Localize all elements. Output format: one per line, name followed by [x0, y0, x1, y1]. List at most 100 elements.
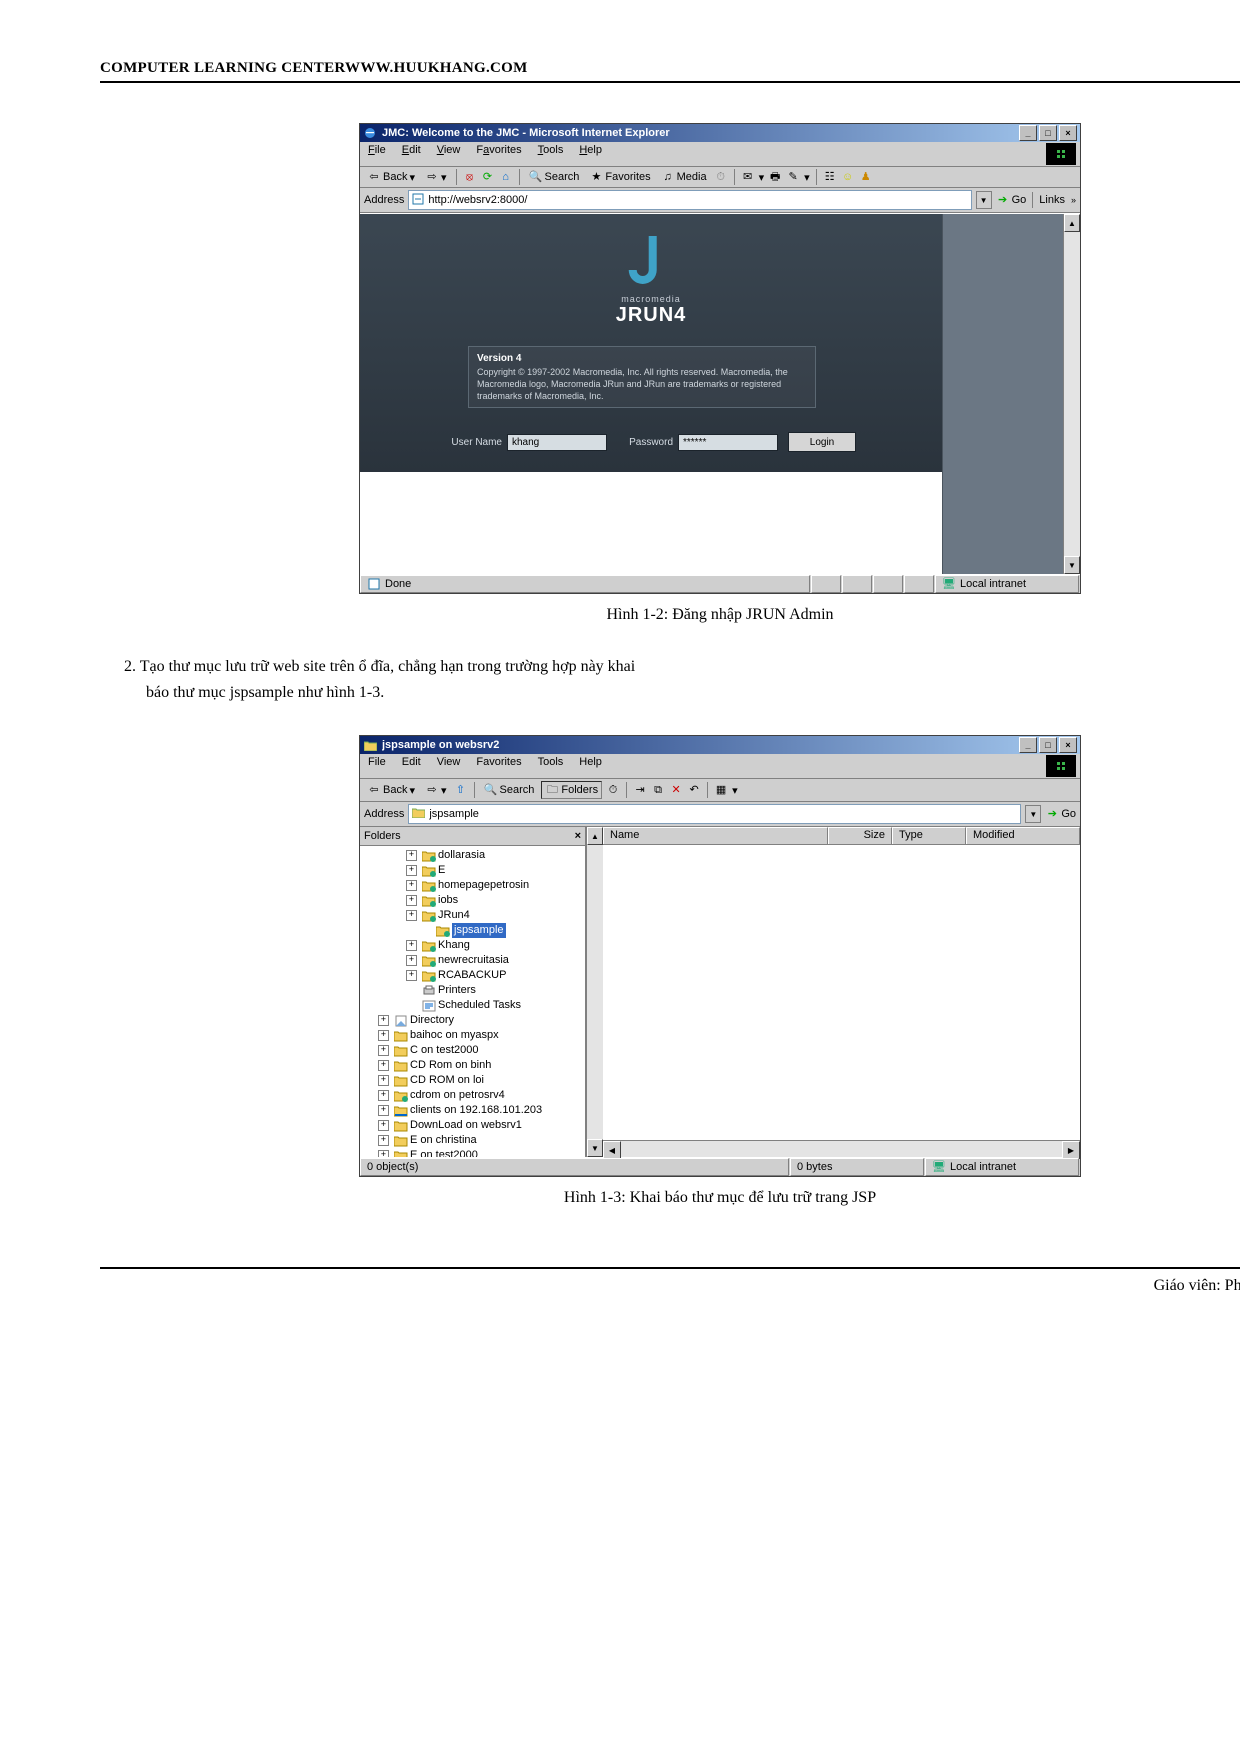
expand-icon[interactable]: + — [406, 955, 417, 966]
tree-item[interactable]: +iobs — [364, 893, 585, 908]
address-dropdown[interactable]: ▼ — [1025, 805, 1041, 823]
col-type[interactable]: Type — [892, 827, 966, 844]
go-button[interactable]: ➔Go — [1045, 807, 1076, 821]
menu-file[interactable]: File — [364, 143, 390, 165]
tree-item[interactable]: +DownLoad on websrv1 — [364, 1118, 585, 1133]
menu-tools[interactable]: Tools — [534, 755, 568, 777]
expand-icon[interactable]: + — [378, 1030, 389, 1041]
tree-item[interactable]: +E on christina — [364, 1133, 585, 1148]
address-input[interactable]: jspsample — [408, 804, 1021, 824]
scroll-track[interactable] — [587, 845, 603, 1139]
folders-button[interactable]: 🗀Folders — [541, 781, 602, 799]
maximize-button[interactable]: □ — [1039, 125, 1057, 141]
expand-icon[interactable]: + — [406, 970, 417, 981]
menu-tools[interactable]: Tools — [534, 143, 568, 165]
search-button[interactable]: 🔍Search — [481, 782, 538, 798]
tree-item[interactable]: Printers — [364, 983, 585, 998]
history-icon[interactable]: ⏱ — [606, 783, 620, 797]
forward-button[interactable]: ⇨ ▾ — [422, 169, 450, 185]
menu-view[interactable]: View — [433, 755, 465, 777]
tree-item[interactable]: +E on test2000 — [364, 1148, 585, 1157]
expand-icon[interactable]: + — [406, 910, 417, 921]
close-pane-icon[interactable]: × — [575, 830, 581, 842]
tree-item[interactable]: +Directory — [364, 1013, 585, 1028]
expand-icon[interactable]: + — [378, 1090, 389, 1101]
expand-icon[interactable]: + — [406, 850, 417, 861]
password-input[interactable]: ****** — [678, 434, 778, 451]
scroll-down-icon[interactable]: ▼ — [587, 1139, 603, 1157]
scroll-track[interactable] — [1064, 232, 1080, 556]
login-button[interactable]: Login — [788, 432, 856, 452]
tree-item[interactable]: +E — [364, 863, 585, 878]
scroll-up-icon[interactable]: ▲ — [587, 827, 603, 845]
scroll-track[interactable] — [621, 1141, 1062, 1157]
move-icon[interactable]: ⇥ — [633, 783, 647, 797]
minimize-button[interactable]: _ — [1019, 737, 1037, 753]
scroll-up-icon[interactable]: ▲ — [1064, 214, 1080, 232]
tree-item[interactable]: +Khang — [364, 938, 585, 953]
vertical-scrollbar[interactable]: ▲ ▼ — [1063, 214, 1080, 574]
list-hscroll[interactable]: ◀ ▶ — [603, 1140, 1080, 1157]
maximize-button[interactable]: □ — [1039, 737, 1057, 753]
close-button[interactable]: × — [1059, 737, 1077, 753]
expand-icon[interactable]: + — [406, 865, 417, 876]
discuss-icon[interactable]: ☷ — [823, 170, 837, 184]
tree-item[interactable]: Scheduled Tasks — [364, 998, 585, 1013]
views-icon[interactable]: ▦ — [714, 783, 728, 797]
search-button[interactable]: 🔍Search — [526, 169, 583, 185]
go-button[interactable]: ➔Go — [996, 193, 1027, 207]
menu-favorites[interactable]: Favorites — [472, 755, 525, 777]
tree-item[interactable]: +newrecruitasia — [364, 953, 585, 968]
delete-icon[interactable]: ✕ — [669, 783, 683, 797]
tree-item[interactable]: +CD ROM on loi — [364, 1073, 585, 1088]
expand-icon[interactable]: + — [406, 940, 417, 951]
back-button[interactable]: ⇦ Back ▾ — [364, 169, 418, 185]
address-dropdown[interactable]: ▼ — [976, 191, 992, 209]
tree-item[interactable]: +baihoc on myaspx — [364, 1028, 585, 1043]
expand-icon[interactable]: + — [378, 1135, 389, 1146]
back-button[interactable]: ⇦Back ▾ — [364, 782, 418, 798]
home-icon[interactable]: ⌂ — [499, 170, 513, 184]
mail-icon[interactable]: ✉ — [741, 170, 755, 184]
tree-item[interactable]: +RCABACKUP — [364, 968, 585, 983]
scroll-down-icon[interactable]: ▼ — [1064, 556, 1080, 574]
print-icon[interactable]: 🖶 — [768, 170, 782, 184]
tree-item[interactable]: +clients on 192.168.101.203 — [364, 1103, 585, 1118]
menu-help[interactable]: Help — [575, 143, 606, 165]
col-size[interactable]: Size — [828, 827, 892, 844]
menu-edit[interactable]: Edit — [398, 755, 425, 777]
minimize-button[interactable]: _ — [1019, 125, 1037, 141]
tree-item[interactable]: +C on test2000 — [364, 1043, 585, 1058]
tree-item[interactable]: +dollarasia — [364, 848, 585, 863]
up-icon[interactable]: ⇧ — [454, 783, 468, 797]
menu-file[interactable]: File — [364, 755, 390, 777]
tree-item[interactable]: +JRun4 — [364, 908, 585, 923]
expand-icon[interactable]: + — [378, 1075, 389, 1086]
menu-edit[interactable]: Edit — [398, 143, 425, 165]
expand-icon[interactable]: + — [378, 1150, 389, 1157]
expand-icon[interactable]: + — [378, 1060, 389, 1071]
scroll-right-icon[interactable]: ▶ — [1062, 1141, 1080, 1159]
copy-icon[interactable]: ⧉ — [651, 783, 665, 797]
history-icon[interactable]: ⏱ — [714, 170, 728, 184]
file-list[interactable] — [603, 845, 1080, 1140]
tree-item[interactable]: +CD Rom on binh — [364, 1058, 585, 1073]
stop-icon[interactable]: ⦻ — [463, 170, 477, 184]
menu-favorites[interactable]: Favorites — [472, 143, 525, 165]
favorites-button[interactable]: ★Favorites — [586, 169, 653, 185]
menu-help[interactable]: Help — [575, 755, 606, 777]
expand-icon[interactable]: + — [378, 1120, 389, 1131]
media-button[interactable]: ♫Media — [658, 169, 710, 185]
links-chevron-icon[interactable]: » — [1071, 195, 1076, 205]
tree-item[interactable]: +homepagepetrosin — [364, 878, 585, 893]
links-label[interactable]: Links — [1039, 194, 1065, 206]
menu-view[interactable]: View — [433, 143, 465, 165]
tree-item[interactable]: +cdrom on petrosrv4 — [364, 1088, 585, 1103]
username-input[interactable]: khang — [507, 434, 607, 451]
edit-icon[interactable]: ✎ — [786, 170, 800, 184]
scroll-left-icon[interactable]: ◀ — [603, 1141, 621, 1159]
expand-icon[interactable]: + — [378, 1015, 389, 1026]
tree-scrollbar[interactable]: ▲ ▼ — [586, 827, 603, 1157]
tree-item[interactable]: jspsample — [364, 923, 585, 938]
expand-icon[interactable]: + — [406, 895, 417, 906]
